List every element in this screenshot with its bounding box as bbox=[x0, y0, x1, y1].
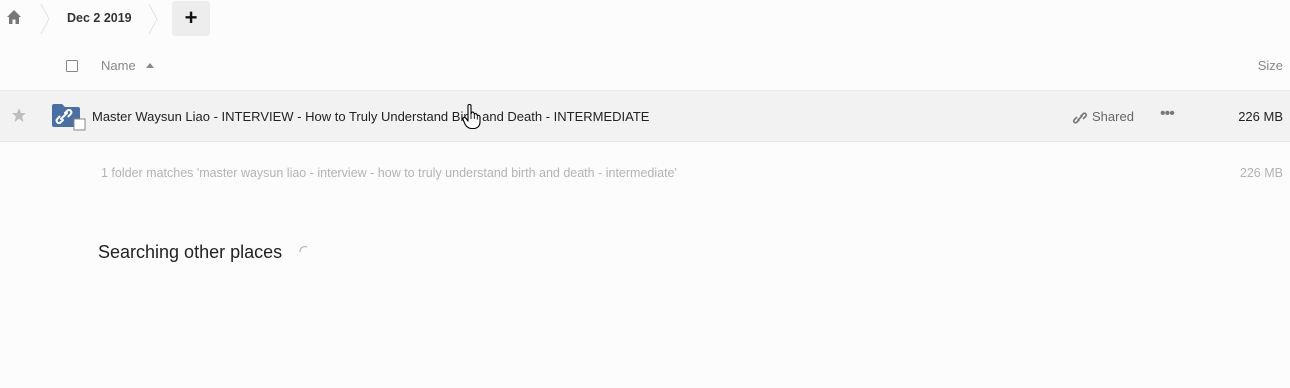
add-new-button[interactable]: + bbox=[172, 1, 210, 36]
breadcrumb: Dec 2 2019 + bbox=[0, 0, 1290, 38]
link-icon bbox=[1072, 112, 1088, 124]
sort-ascending-icon[interactable] bbox=[146, 63, 154, 68]
star-icon[interactable] bbox=[11, 107, 27, 123]
more-actions-icon[interactable]: ••• bbox=[1160, 105, 1180, 125]
select-all-checkbox[interactable] bbox=[66, 60, 78, 72]
shared-label: Shared bbox=[1092, 109, 1134, 124]
column-name-header[interactable]: Name bbox=[101, 58, 136, 73]
breadcrumb-separator-icon bbox=[40, 4, 50, 34]
table-row[interactable]: Master Waysun Liao - INTERVIEW - How to … bbox=[0, 91, 1290, 142]
breadcrumb-folder[interactable]: Dec 2 2019 bbox=[67, 11, 132, 25]
breadcrumb-separator-icon bbox=[148, 4, 158, 34]
hand-cursor-icon bbox=[462, 104, 481, 130]
file-name[interactable]: Master Waysun Liao - INTERVIEW - How to … bbox=[92, 109, 649, 124]
home-icon[interactable] bbox=[6, 9, 22, 25]
summary-size: 226 MB bbox=[1239, 166, 1283, 180]
searching-status: Searching other places bbox=[98, 242, 283, 262]
loading-spinner-icon bbox=[299, 245, 308, 253]
search-summary: 1 folder matches 'master waysun liao - i… bbox=[101, 166, 677, 180]
file-list-header: Name Size bbox=[0, 40, 1290, 91]
shared-folder-icon bbox=[52, 104, 86, 131]
column-size-header[interactable]: Size bbox=[1258, 58, 1283, 73]
file-size: 226 MB bbox=[1238, 109, 1283, 124]
